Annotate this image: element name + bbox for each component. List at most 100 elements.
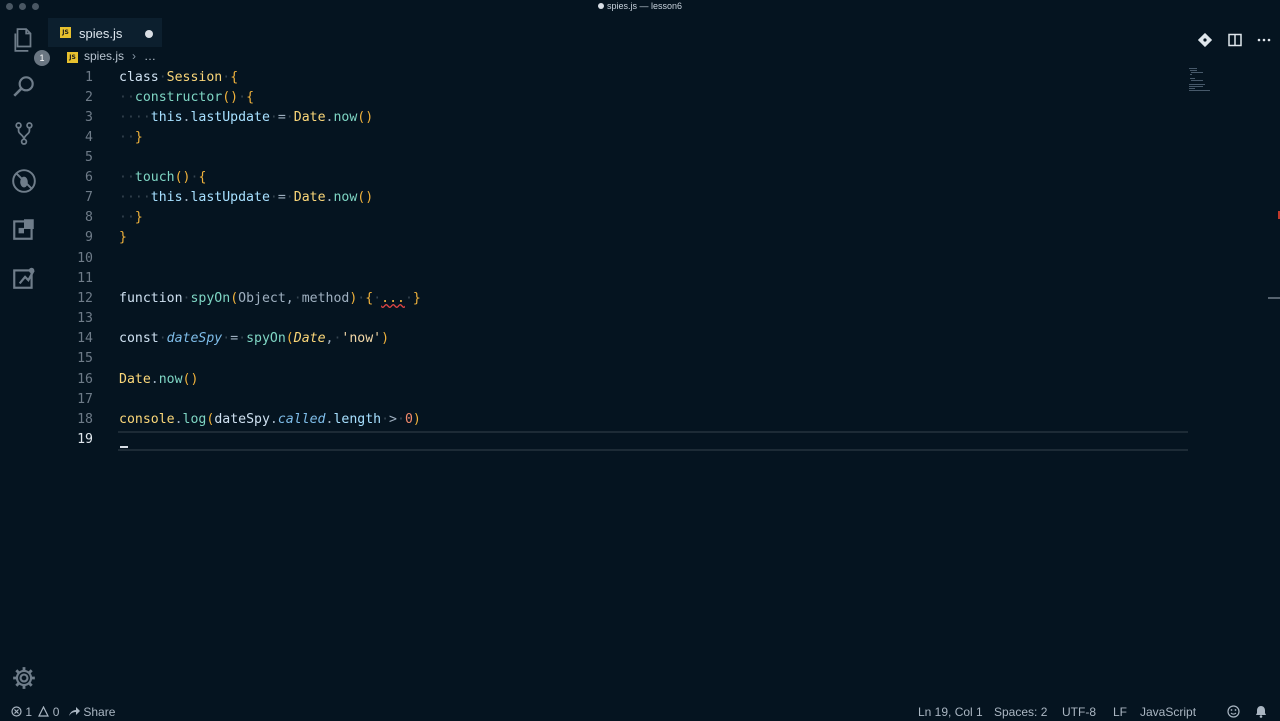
token: called (277, 412, 326, 427)
encoding-setting[interactable]: UTF-8 (1062, 705, 1096, 719)
code-line[interactable]: 2 ··constructor()·{ (48, 88, 1188, 108)
feedback-icon (1227, 705, 1240, 718)
breadcrumb-file[interactable]: spies.js (84, 49, 124, 63)
feedback-button[interactable] (1227, 705, 1240, 721)
folded-region[interactable]: ... (381, 291, 405, 306)
token: { (246, 90, 255, 105)
line-number: 3 (85, 110, 93, 125)
code-line[interactable]: 17 (48, 390, 1188, 410)
token: Date (119, 372, 151, 387)
code-line[interactable]: 7 ····this.lastUpdate·=·Date.now() (48, 188, 1188, 208)
extensions-button[interactable] (10, 215, 38, 243)
share-icon (69, 707, 80, 716)
debug-button[interactable] (10, 167, 38, 195)
token: ( (285, 331, 294, 346)
token: Date (293, 110, 326, 125)
share-button[interactable]: Share (68, 705, 115, 719)
code-line[interactable]: 3 ····this.lastUpdate·=·Date.now() (48, 108, 1188, 128)
line-number: 9 (85, 230, 93, 245)
warning-count: 0 (52, 705, 60, 719)
unsaved-dot-icon[interactable] (145, 30, 153, 38)
token: Date (293, 331, 326, 346)
code-line[interactable]: 5 (48, 148, 1188, 168)
code-editor[interactable]: 1 class·Session·{ 2 ··constructor()·{ 3 ···… (48, 67, 1280, 702)
token: > (389, 412, 397, 427)
line-number: 8 (85, 210, 93, 225)
minimap[interactable] (1188, 67, 1214, 97)
token: () (222, 90, 239, 105)
code-line[interactable]: 16 Date.now() (48, 370, 1188, 390)
breadcrumb-symbols[interactable]: … (144, 49, 156, 63)
token: ) (381, 331, 390, 346)
token: = (277, 110, 286, 125)
code-line[interactable]: 14 const·dateSpy·=·spyOn(Date,·'now') (48, 329, 1188, 349)
code-line[interactable]: 9} (48, 228, 1188, 248)
code-line[interactable]: 4 ··} (48, 128, 1188, 148)
cursor-marker (1268, 297, 1280, 299)
line-number: 1 (85, 70, 93, 85)
share-label: Share (83, 705, 116, 719)
token: } (134, 210, 143, 225)
status-bar: 1 0 Share Ln 19, Col 1 Spaces: 2 UTF-8 L… (0, 702, 1280, 720)
token: = (277, 190, 286, 205)
explorer-button[interactable]: 1 (10, 26, 50, 66)
line-number: 4 (85, 130, 93, 145)
token: { (198, 170, 207, 185)
line-number: 18 (77, 412, 93, 427)
code-line[interactable]: 8 ··} (48, 208, 1188, 228)
warning-icon (38, 705, 50, 717)
token: length (333, 412, 382, 427)
notifications-button[interactable] (1255, 705, 1267, 721)
token: . (174, 412, 183, 427)
line-number: 19 (77, 432, 93, 447)
token: () (182, 372, 199, 387)
remote-button[interactable] (10, 264, 38, 292)
line-number: 10 (77, 251, 93, 266)
settings-button[interactable] (10, 664, 38, 692)
token: () (357, 190, 374, 205)
source-control-button[interactable] (10, 119, 38, 147)
vertical-scrollbar[interactable] (1268, 67, 1280, 702)
token: lastUpdate (190, 110, 270, 125)
token: Session (166, 70, 223, 85)
problems-button[interactable]: 1 0 (11, 705, 59, 719)
token: spyOn (190, 291, 231, 306)
search-button[interactable] (10, 72, 38, 100)
tab-spies-js[interactable]: JS spies.js (48, 18, 162, 47)
code-line[interactable]: 11 (48, 269, 1188, 289)
indentation-setting[interactable]: Spaces: 2 (994, 705, 1047, 719)
error-count: 1 (25, 705, 33, 719)
javascript-file-icon: JS (67, 52, 78, 63)
token: 'now' (341, 331, 382, 346)
token: now (158, 372, 183, 387)
token: 0 (404, 412, 413, 427)
token: . (269, 412, 278, 427)
language-mode[interactable]: JavaScript (1140, 705, 1196, 719)
code-line[interactable]: 15 (48, 349, 1188, 369)
token: = (230, 331, 239, 346)
token: } (412, 291, 421, 306)
code-line[interactable]: 19 (48, 430, 1188, 450)
cursor-position[interactable]: Ln 19, Col 1 (918, 705, 983, 719)
code-line[interactable]: 6 ··touch()·{ (48, 168, 1188, 188)
line-number: 16 (77, 372, 93, 387)
more-actions-icon (1257, 38, 1271, 42)
open-changes-icon (1197, 32, 1213, 48)
token: Date (293, 190, 326, 205)
tab-label: spies.js (79, 26, 123, 41)
code-line[interactable]: 13 (48, 309, 1188, 329)
search-icon (13, 76, 34, 97)
remote-icon (13, 267, 35, 289)
code-line[interactable]: 12 function·spyOn(Object,·method)·{·...·} (48, 289, 1188, 309)
token: lastUpdate (190, 190, 270, 205)
line-number: 12 (77, 291, 93, 306)
code-line[interactable]: 1 class·Session·{ (48, 68, 1188, 88)
breadcrumb: JS spies.js › … (48, 47, 1280, 67)
line-number: 5 (85, 150, 93, 165)
code-line[interactable]: 18 console.log(dateSpy.called.length·>·0) (48, 410, 1188, 430)
token: } (119, 230, 127, 245)
code-line[interactable]: 10 (48, 249, 1188, 269)
breadcrumb-separator: › (132, 49, 136, 63)
token: Object (238, 291, 286, 306)
eol-setting[interactable]: LF (1113, 705, 1127, 719)
